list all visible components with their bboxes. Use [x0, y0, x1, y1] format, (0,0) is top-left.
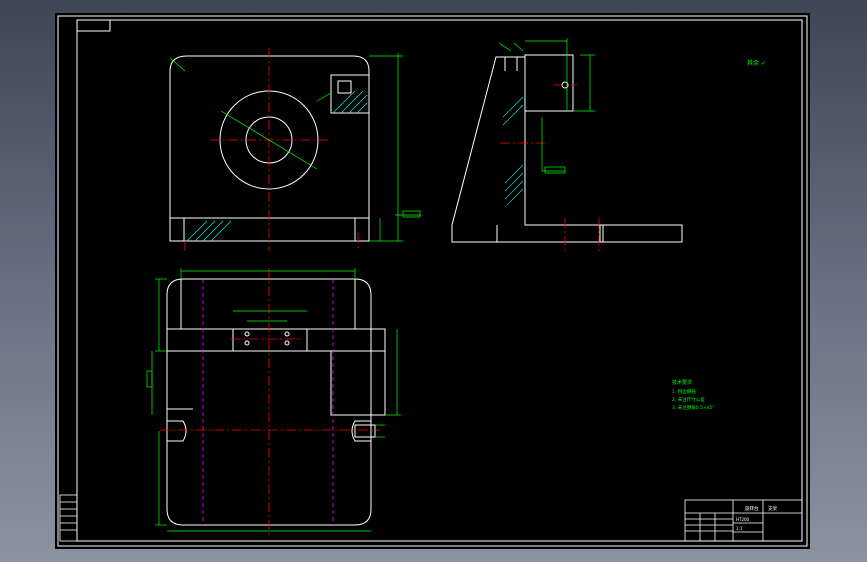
drawing-number: 支架	[768, 505, 777, 512]
section-hatch-lower	[186, 220, 232, 242]
section-hatch-side	[502, 96, 524, 206]
top-right-note: 其余 ✓	[747, 59, 766, 67]
revision-block	[59, 494, 78, 542]
tech-req-item-3: 3. 未注倒角0.5×45°	[672, 404, 715, 411]
surface-finish-note: 其余 ✓	[747, 59, 766, 67]
tech-req-title: 技术要求	[672, 379, 692, 386]
title-block: 旋转台 支架 HT200 1:1	[684, 499, 803, 542]
tech-req-item-1: 1. 锐边倒钝	[672, 388, 696, 395]
side-view	[451, 38, 683, 253]
material: HT200	[736, 517, 750, 522]
part-name: 旋转台	[745, 505, 759, 512]
technical-requirements: 技术要求 1. 锐边倒钝 2. 未注尺寸公差 3. 未注倒角0.5×45°	[672, 379, 715, 411]
scale: 1:1	[736, 526, 743, 531]
tech-req-item-2: 2. 未注尺寸公差	[672, 396, 705, 403]
section-hatch-upper	[332, 90, 368, 114]
front-view	[169, 48, 421, 251]
engineering-drawing: 其余 ✓ 技术要求 1. 锐边倒钝 2. 未注尺寸公差 3. 未注倒角0.5×4…	[57, 15, 808, 547]
cad-viewport[interactable]: 其余 ✓ 技术要求 1. 锐边倒钝 2. 未注尺寸公差 3. 未注倒角0.5×4…	[55, 13, 810, 549]
top-view	[146, 268, 401, 535]
